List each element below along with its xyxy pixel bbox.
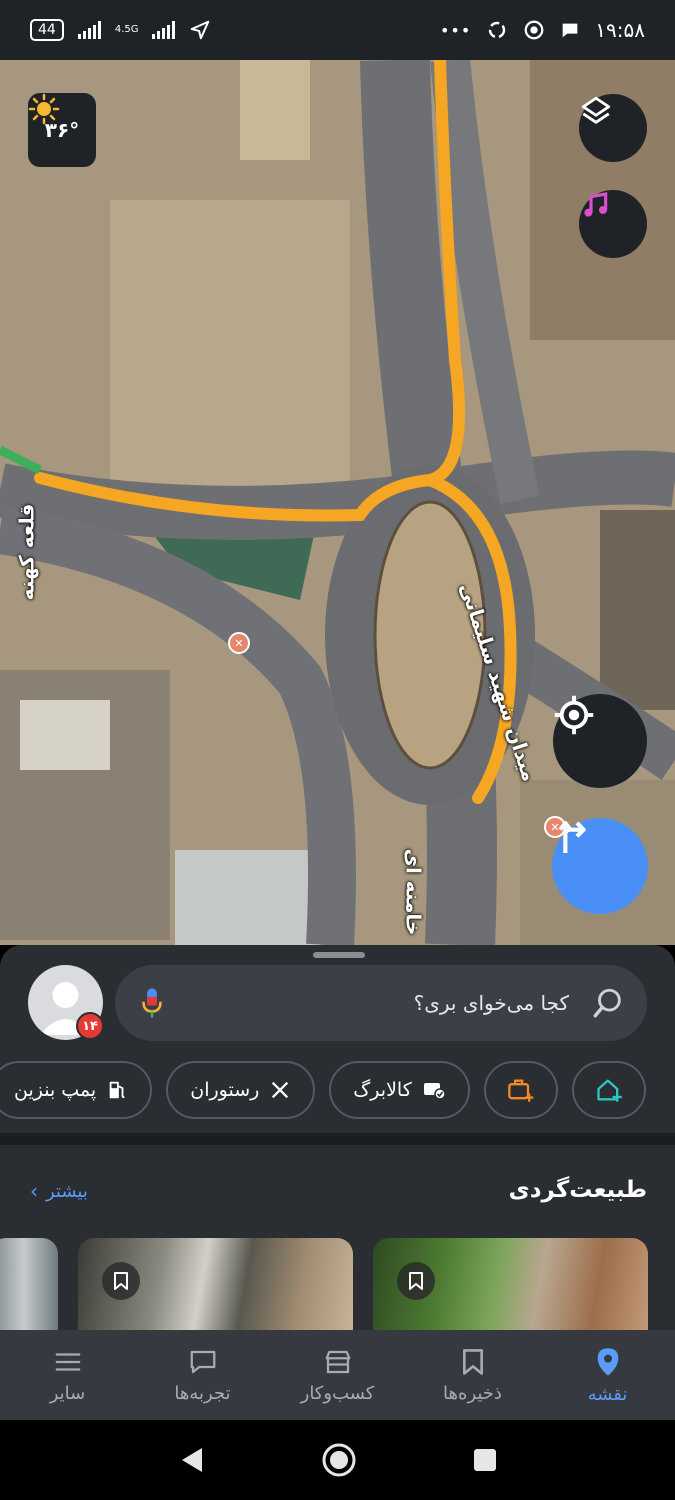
voucher-icon: [423, 1083, 446, 1100]
section-more-label: بیشتر: [46, 1180, 88, 1202]
chip-add-work[interactable]: [483, 1061, 558, 1119]
chip-restaurant-label: رستوران: [190, 1079, 260, 1101]
place-card[interactable]: [373, 1238, 648, 1330]
map-view[interactable]: میدان شهید سلیمانی قلعه کهنه خامنه ای ✕ …: [0, 60, 675, 945]
nav-tab-saved[interactable]: ذخیره‌ها: [405, 1330, 540, 1420]
back-icon[interactable]: [178, 1445, 206, 1475]
record-icon: [524, 20, 544, 40]
mic-icon[interactable]: [137, 986, 167, 1020]
chip-add-home[interactable]: [571, 1061, 646, 1119]
music-icon: [584, 192, 608, 217]
search-icon: [593, 988, 621, 1018]
place-card[interactable]: [78, 1238, 353, 1330]
menu-icon: [55, 1352, 80, 1371]
bookmark-icon: [409, 1272, 423, 1290]
nav-tab-experiences-label: تجربه‌ها: [174, 1382, 231, 1404]
signal-icon: [77, 21, 101, 39]
section-divider: [0, 1133, 675, 1145]
clock: ۱۹:۵۸: [595, 18, 645, 42]
message-icon: [562, 23, 578, 38]
nav-tab-business-label: کسب‌وکار: [300, 1382, 375, 1404]
bottom-sheet[interactable]: ۱۴ کجا می‌خوای بری؟ پمپ بنزین رستوران کا…: [0, 945, 675, 1330]
my-location-button[interactable]: [553, 694, 647, 788]
store-icon: [325, 1350, 350, 1373]
chip-fuel-label: پمپ بنزین: [14, 1079, 97, 1101]
nav-tab-business[interactable]: کسب‌وکار: [270, 1330, 405, 1420]
add-work-icon: [507, 1079, 533, 1102]
chip-voucher[interactable]: کالابرگ: [329, 1061, 470, 1119]
sheet-handle[interactable]: [313, 952, 365, 958]
notification-badge: ۱۴: [76, 1012, 104, 1040]
directions-button[interactable]: [552, 818, 648, 914]
chevron-left-icon: ‹: [30, 1179, 38, 1203]
bookmark-icon: [462, 1348, 483, 1375]
chip-restaurant[interactable]: رستوران: [166, 1061, 316, 1119]
add-home-icon: [597, 1079, 622, 1102]
layers-button[interactable]: [579, 94, 647, 162]
network-type: 4.5G: [114, 24, 139, 35]
bottom-nav: نقشه ذخیره‌ها کسب‌وکار تجربه‌ها سایر: [0, 1330, 675, 1420]
music-button[interactable]: [579, 190, 647, 258]
more-notifications: •••: [439, 20, 472, 40]
recents-icon[interactable]: [472, 1447, 498, 1473]
layers-icon: [581, 96, 611, 124]
section-title: طبیعت‌گردی: [508, 1177, 647, 1203]
battery-indicator: 44: [30, 19, 64, 41]
map-pin-icon: [597, 1347, 618, 1376]
restaurant-icon: [272, 1081, 289, 1099]
chip-fuel[interactable]: پمپ بنزین: [0, 1061, 153, 1119]
street-label-bottom: خامنه ای: [401, 848, 426, 936]
my-location-icon: [554, 695, 594, 735]
chip-voucher-label: کالابرگ: [353, 1079, 412, 1101]
nav-tab-map[interactable]: نقشه: [540, 1330, 675, 1420]
chat-icon: [190, 1350, 215, 1373]
fuel-icon: [109, 1081, 125, 1099]
poi-marker[interactable]: ✕: [228, 632, 250, 654]
home-icon[interactable]: [321, 1442, 357, 1478]
nav-tab-experiences[interactable]: تجربه‌ها: [135, 1330, 270, 1420]
nav-tab-more-label: سایر: [49, 1382, 86, 1404]
bookmark-icon: [114, 1272, 128, 1290]
bookmark-button[interactable]: [397, 1262, 435, 1300]
status-bar: 44 4.5G ••• ۱۹:۵۸: [0, 0, 675, 60]
sun-icon: [28, 93, 60, 125]
bookmark-button[interactable]: [102, 1262, 140, 1300]
status-left: 44 4.5G: [30, 19, 211, 41]
satellite-map: [0, 60, 675, 945]
search-bar[interactable]: کجا می‌خوای بری؟: [115, 965, 647, 1041]
status-right: ••• ۱۹:۵۸: [440, 18, 645, 42]
place-card[interactable]: [0, 1238, 58, 1330]
directions-icon: [558, 820, 586, 853]
category-chips: پمپ بنزین رستوران کالابرگ: [0, 1061, 646, 1119]
sync-icon: [489, 21, 506, 39]
weather-chip[interactable]: ۳۶°: [28, 93, 96, 167]
nav-tab-more[interactable]: سایر: [0, 1330, 135, 1420]
nav-tab-saved-label: ذخیره‌ها: [443, 1382, 502, 1404]
signal-icon-2: [152, 21, 176, 39]
nav-tab-map-label: نقشه: [587, 1383, 628, 1405]
street-label-left: قلعه کهنه: [14, 503, 39, 601]
section-more-link[interactable]: ‹ بیشتر: [30, 1179, 88, 1203]
search-input[interactable]: کجا می‌خوای بری؟: [167, 991, 591, 1015]
system-navigation: [0, 1420, 675, 1500]
location-arrow-icon: [191, 20, 210, 40]
